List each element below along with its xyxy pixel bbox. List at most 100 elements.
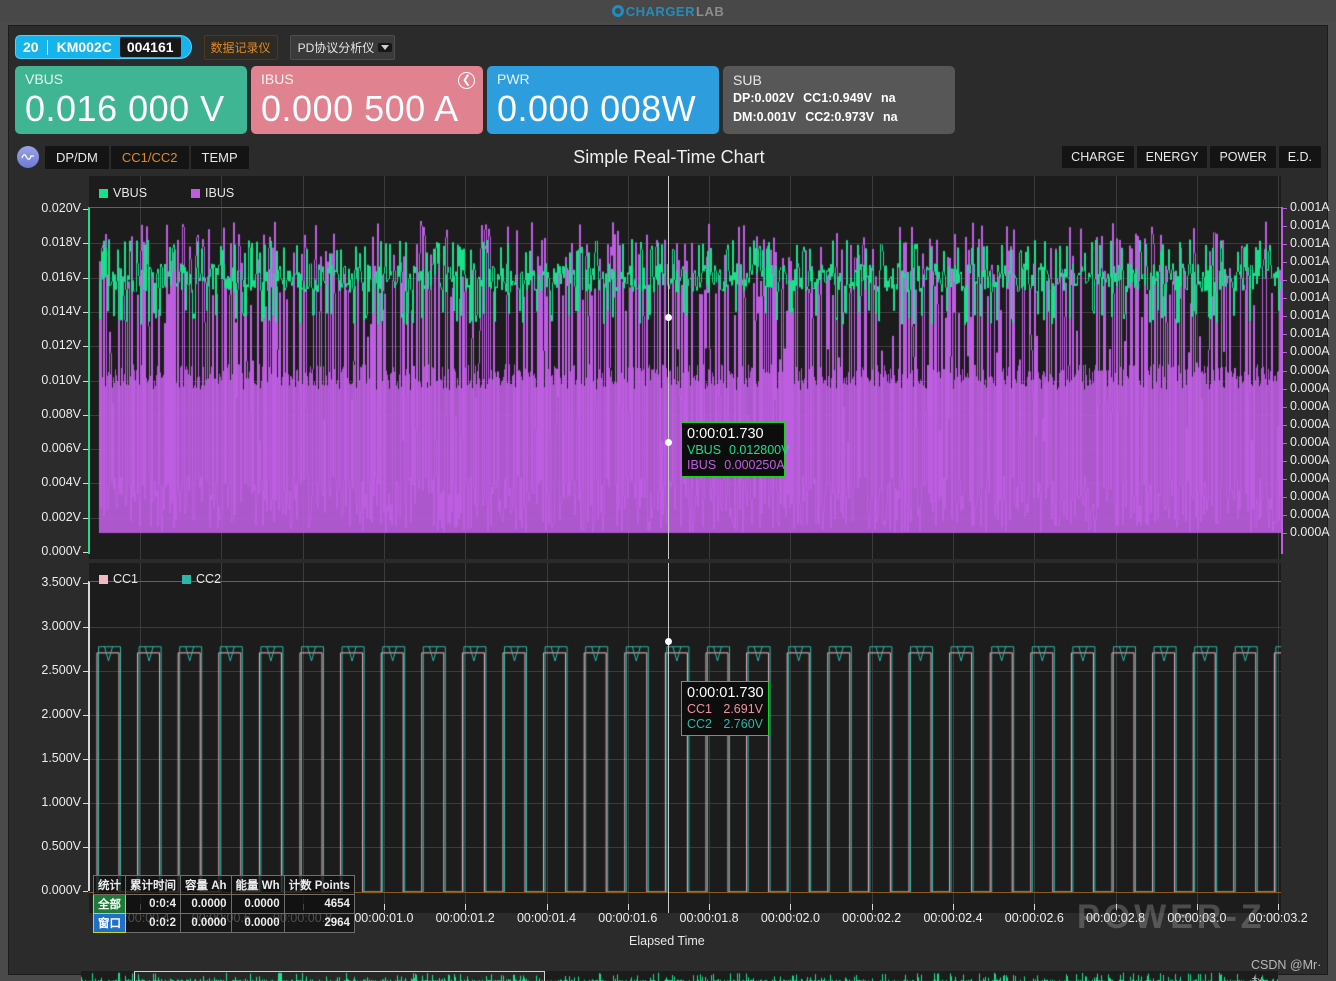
bottom-left-axis-line: [88, 581, 90, 891]
top-y-right-tick-11: 0.000A: [1290, 398, 1330, 413]
bottom-y-tick-4: 1.500V: [41, 751, 81, 765]
table-row[interactable]: 全部 0:0:4 0.0000 0.0000 4654: [93, 894, 355, 914]
top-y-right-tick-13: 0.000A: [1290, 434, 1330, 449]
top-tooltip-ibus-row: IBUS 0.000250A: [687, 458, 785, 473]
x-tickmark-3: [383, 904, 385, 910]
vbus-label: VBUS: [25, 71, 64, 87]
top-y-right-tick-14: 0.000A: [1290, 452, 1330, 467]
pd-analyzer-label: PD协议分析仪: [297, 40, 375, 55]
ibus-card[interactable]: IBUS 0.000 500 A ❮: [251, 66, 483, 134]
data-logger-button[interactable]: 数据记录仪: [203, 34, 278, 60]
sub-dp-value: DP:0.002V: [733, 91, 795, 105]
statistics-table[interactable]: 统计 累计时间 容量 Ah 能量 Wh 计数 Points 全部 0:0:4 0…: [93, 875, 355, 933]
top-y-right-tick-9: 0.000A: [1290, 362, 1330, 377]
top-y-tick-10: 0.000V: [41, 544, 81, 558]
top-y-right-tick-15: 0.000A: [1290, 470, 1330, 485]
top-tooltip-vbus-key: VBUS: [687, 443, 722, 457]
top-chart-top-border: [89, 207, 1281, 208]
top-chart-plot[interactable]: [89, 176, 1281, 559]
bottom-chart-waveform: [89, 563, 1281, 913]
table-row[interactable]: 窗口 0:0:2 0.0000 0.0000 2964: [93, 913, 355, 933]
x-tickmark-11: [1034, 904, 1036, 910]
x-tickmark-13: [1196, 904, 1198, 910]
top-tooltip-vbus-value: 0.012800V: [729, 443, 790, 457]
brand-name-primary: CHARGER: [625, 3, 695, 19]
top-y-right-tick-16: 0.000A: [1290, 488, 1330, 503]
x-tick-12: 00:00:02.8: [1086, 911, 1146, 925]
device-tab[interactable]: 20 KM002C 004161: [15, 35, 192, 59]
sub-card[interactable]: SUB DP:0.002V CC1:0.949V na DM:0.001V CC2:0…: [723, 66, 955, 134]
x-tickmark-12: [1115, 904, 1117, 910]
legend-label-ibus: IBUS: [205, 186, 235, 200]
bottom-chart-top-border: [89, 581, 1281, 582]
top-tooltip-ibus-value: 0.000250A: [724, 458, 785, 472]
top-chart-legend: VBUS IBUS: [99, 186, 234, 200]
back-arrow-icon[interactable]: ❮: [458, 72, 475, 89]
top-y-right-tick-12: 0.000A: [1290, 416, 1330, 431]
legend-swatch-vbus: [99, 188, 108, 198]
ed-button[interactable]: E.D.: [1278, 146, 1321, 168]
brand-name-secondary: LAB: [696, 3, 725, 19]
top-y-right-tick-3: 0.001A: [1290, 254, 1330, 269]
tab-dp-dm[interactable]: DP/DM: [45, 145, 109, 169]
top-y-tick-1: 0.018V: [41, 235, 81, 250]
legend-swatch-ibus: [191, 188, 201, 198]
bottom-y-tick-1: 3.000V: [41, 619, 81, 633]
stats-header-1: 累计时间: [125, 875, 181, 895]
top-y-tick-7: 0.006V: [41, 441, 81, 456]
legend-swatch-cc1: [99, 574, 108, 584]
top-tooltip-vbus-row: VBUS 0.012800V: [687, 443, 789, 458]
sub-cc1-na: na: [880, 91, 896, 105]
bottom-y-tick-3: 2.000V: [41, 707, 81, 721]
top-y-right-tick-6: 0.001A: [1290, 308, 1330, 323]
pwr-card[interactable]: PWR 0.000 008W: [487, 66, 719, 134]
stats-header-4: 计数 Points: [283, 875, 355, 895]
bottom-chart-plot[interactable]: [89, 563, 1281, 913]
bottom-y-tick-2: 2.500V: [41, 663, 81, 677]
vbus-card[interactable]: VBUS 0.016 000 V: [15, 66, 247, 134]
x-tick-4: 00:00:01.2: [435, 911, 495, 925]
x-tickmark-8: [790, 904, 792, 910]
x-tick-10: 00:00:02.4: [923, 911, 983, 925]
top-chart-tooltip: 0:00:01.730 VBUS 0.012800V IBUS 0.000250…: [681, 422, 789, 477]
legend-label-cc1: CC1: [113, 572, 139, 586]
navigator-window-handle[interactable]: [134, 971, 545, 981]
device-tab-row: 20 KM002C 004161 数据记录仪 PD协议分析仪: [15, 34, 396, 60]
chevron-down-icon[interactable]: [378, 42, 393, 52]
bottom-tooltip-cc2-key: CC2: [687, 717, 713, 731]
ibus-label: IBUS: [261, 71, 294, 87]
energy-button[interactable]: ENERGY: [1136, 146, 1208, 168]
chargerlab-logo: CHARGER LAB: [611, 3, 725, 19]
top-chart-cursor-line[interactable]: [668, 176, 669, 559]
top-chart-waveform: [89, 176, 1281, 559]
bottom-y-tick-0: 3.500V: [41, 575, 81, 589]
top-y-tick-5: 0.010V: [41, 372, 81, 387]
x-tickmark-6: [627, 904, 629, 910]
x-tick-7: 00:00:01.8: [679, 911, 739, 925]
top-y-tick-0: 0.020V: [41, 201, 81, 215]
waveform-icon[interactable]: [17, 146, 39, 168]
top-left-axis-line: [88, 207, 90, 554]
top-y-right-tick-17: 0.000A: [1290, 506, 1330, 521]
device-serial: 004161: [119, 37, 181, 57]
charge-button[interactable]: CHARGE: [1062, 146, 1134, 168]
top-y-right-tick-10: 0.000A: [1290, 380, 1330, 395]
top-y-right-tick-5: 0.001A: [1290, 290, 1330, 305]
range-navigator[interactable]: [81, 971, 1278, 981]
pd-analyzer-button[interactable]: PD协议分析仪: [289, 34, 396, 60]
legend-label-cc2: CC2: [196, 572, 222, 586]
top-y-tick-9: 0.002V: [41, 509, 81, 524]
chart-mode-buttons: CHARGE ENERGY POWER E.D.: [1062, 146, 1321, 168]
tab-temp[interactable]: TEMP: [190, 145, 249, 169]
top-y-right-tick-2: 0.001A: [1290, 236, 1330, 251]
sub-line-2: DM:0.001V CC2:0.973V na: [733, 108, 945, 127]
tab-cc1-cc2[interactable]: CC1/CC2: [110, 145, 189, 169]
x-tick-9: 00:00:02.2: [842, 911, 902, 925]
stats-header-2: 容量 Ah: [180, 875, 232, 895]
stats-row0-tag: 全部: [93, 894, 126, 914]
stats-row1-time: 0:0:2: [125, 913, 181, 933]
x-tickmark-9: [871, 904, 873, 910]
power-button[interactable]: POWER: [1210, 146, 1276, 168]
top-y-right-tick-18: 0.000A: [1290, 525, 1330, 539]
bottom-chart-cursor-line[interactable]: [668, 563, 669, 913]
